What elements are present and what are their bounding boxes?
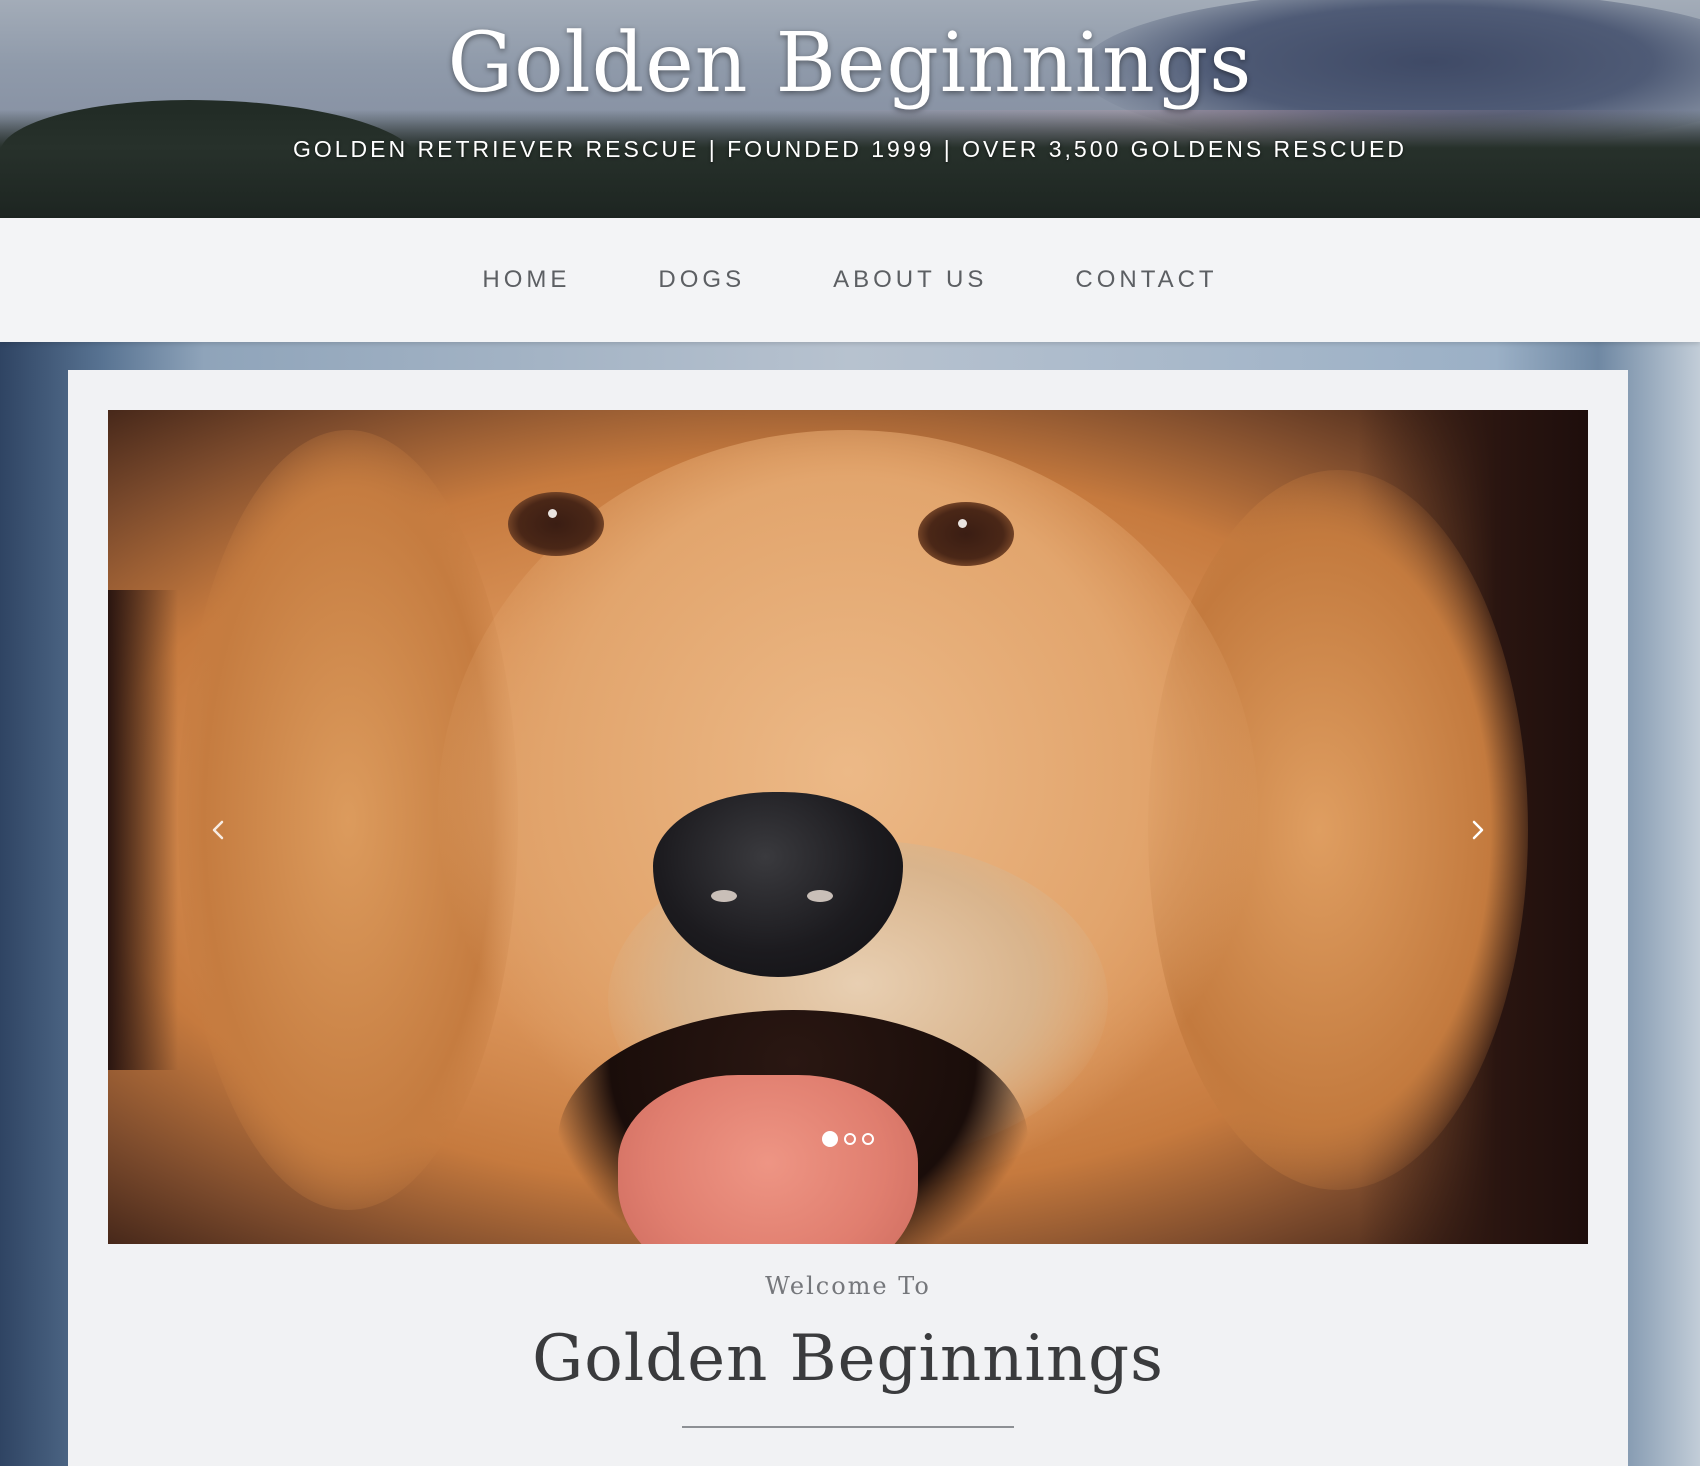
nav-item-dogs[interactable]: DOGS <box>658 266 745 294</box>
heading-divider <box>682 1426 1014 1428</box>
main-nav: HOME DOGS ABOUT US CONTACT <box>0 218 1700 342</box>
nav-item-about-us[interactable]: ABOUT US <box>833 266 987 294</box>
image-slider[interactable] <box>108 410 1588 1244</box>
slider-dot-3[interactable] <box>862 1133 874 1145</box>
slider-prev-button[interactable] <box>198 810 238 850</box>
chevron-right-icon <box>1472 820 1484 840</box>
dog-eye-left <box>508 492 604 556</box>
page-heading: Golden Beginnings <box>532 1322 1164 1396</box>
slider-next-button[interactable] <box>1458 810 1498 850</box>
nav-item-contact[interactable]: CONTACT <box>1075 266 1217 294</box>
header-banner: Golden Beginnings GOLDEN RETRIEVER RESCU… <box>0 0 1700 218</box>
dog-eye-right <box>918 502 1014 566</box>
dog-tongue <box>618 1075 918 1244</box>
treeline <box>0 110 1700 218</box>
slider-dot-2[interactable] <box>844 1133 856 1145</box>
site-title[interactable]: Golden Beginnings <box>0 16 1700 111</box>
slider-dot-1[interactable] <box>822 1131 838 1147</box>
nav-item-home[interactable]: HOME <box>482 266 570 294</box>
content-panel: Welcome To Golden Beginnings <box>68 370 1628 1466</box>
welcome-subtitle: Welcome To <box>765 1272 931 1300</box>
slide-background-left <box>108 590 178 1070</box>
chevron-left-icon <box>212 820 224 840</box>
site-tagline: GOLDEN RETRIEVER RESCUE | FOUNDED 1999 |… <box>292 136 1408 162</box>
slider-pagination <box>108 1131 1588 1147</box>
